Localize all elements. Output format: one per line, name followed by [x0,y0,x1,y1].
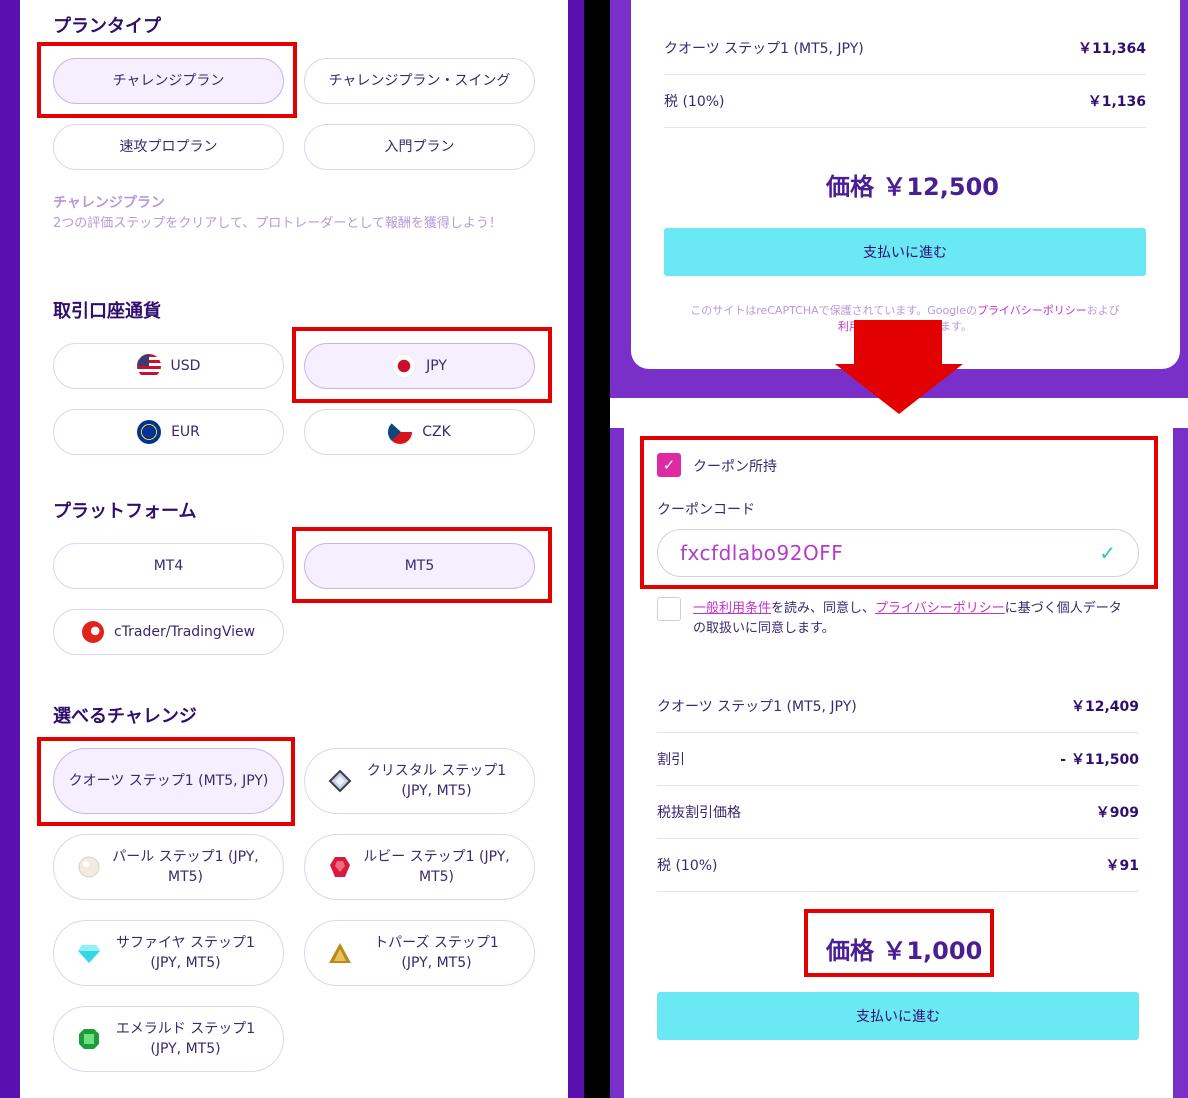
currency-label: EUR [171,424,200,440]
highlight-coupon [640,436,1158,589]
ruby-gem-icon [329,857,350,877]
currency-title: 取引口座通貨 [53,301,161,322]
row-value: ￥909 [1095,805,1139,821]
platform-label: cTrader/TradingView [113,624,256,640]
recaptcha-privacy-link[interactable]: プライバシーポリシー [977,304,1087,317]
down-arrow-shaft [854,320,942,366]
highlight-price [804,909,994,977]
crystal-gem-icon [328,769,351,793]
challenge-label: ルビー ステップ1 (JPY, MT5) [363,849,510,885]
row-separator [657,732,1139,733]
platform-option-mt4[interactable]: MT4 [53,543,284,589]
divider [584,0,610,1098]
emerald-gem-icon [78,1029,99,1049]
total-price-before: 価格 ￥12,500 [826,173,999,201]
terms-checkbox[interactable] [657,597,681,621]
summary-row-discounted-price: 税抜割引価格 ￥909 [657,802,1139,822]
row-separator [657,891,1139,892]
summary-row-tax: 税 (10%) ￥1,136 [664,91,1146,111]
highlight-challenge [37,737,295,826]
challenge-label: エメラルド ステップ1 (JPY, MT5) [115,1021,256,1057]
challenge-title: 選べるチャレンジ [53,706,197,727]
topaz-gem-icon [328,943,351,963]
pay-button-before[interactable]: 支払いに進む [664,228,1146,276]
challenge-option-emerald[interactable]: エメラルド ステップ1 (JPY, MT5) [53,1006,284,1072]
recaptcha-text: ます。 [940,320,972,333]
challenge-label: サファイヤ ステップ1 (JPY, MT5) [116,935,255,971]
platform-title: プラットフォーム [53,501,197,522]
pay-button-after[interactable]: 支払いに進む [657,992,1139,1040]
summary-row-item: クオーツ ステップ1 (MT5, JPY) ￥12,409 [657,696,1139,716]
us-flag-icon [136,354,161,378]
row-label: 税 (10%) [657,858,718,874]
plan-option-challenge-swing[interactable]: チャレンジプラン・スイング [304,58,535,104]
pearl-icon [78,856,99,878]
recaptcha-text: および [1086,304,1120,317]
row-value: ￥12,409 [1070,699,1139,715]
plan-description-text: 2つの評価ステップをクリアして、プロトレーダーとして報酬を獲得しよう！ [53,216,502,231]
row-separator [657,785,1139,786]
privacy-policy-link[interactable]: プライバシーポリシー [875,601,1005,616]
challenge-option-ruby[interactable]: ルビー ステップ1 (JPY, MT5) [304,834,535,900]
plan-option-label: 入門プラン [384,139,455,155]
down-arrow-icon [835,364,963,414]
challenge-option-sapphire[interactable]: サファイヤ ステップ1 (JPY, MT5) [53,920,284,986]
sapphire-gem-icon [77,945,100,963]
highlight-currency [292,327,552,403]
row-value: ￥91 [1105,858,1139,874]
recaptcha-text: このサイトはreCAPTCHAで保護されています。Googleの [690,304,978,317]
ctrader-icon [81,621,104,643]
plan-type-title: プランタイプ [53,16,161,37]
row-separator [664,127,1146,128]
terms-consent-text: 一般利用条件を読み、同意し、プライバシーポリシーに基づく個人データの取扱いに同意… [693,599,1133,639]
row-value: ￥1,136 [1087,94,1146,110]
eu-flag-icon [137,420,162,444]
currency-label: USD [170,358,201,374]
plan-description-title: チャレンジプラン [53,195,165,211]
row-label: クオーツ ステップ1 (MT5, JPY) [657,699,857,715]
plan-option-speed-pro[interactable]: 速攻プロプラン [53,124,284,170]
plan-option-label: 速攻プロプラン [119,139,218,155]
row-value: - ￥11,500 [1060,752,1139,768]
czech-flag-icon [388,420,413,444]
terms-text: を読み、同意し、 [771,601,876,616]
row-label: 割引 [657,752,685,768]
row-label: クオーツ ステップ1 (MT5, JPY) [664,41,864,57]
challenge-option-crystal[interactable]: クリスタル ステップ1 (JPY, MT5) [304,748,535,814]
challenge-option-topaz[interactable]: トパーズ ステップ1 (JPY, MT5) [304,920,535,986]
challenge-label: トパーズ ステップ1 (JPY, MT5) [374,935,499,971]
platform-option-ctrader[interactable]: cTrader/TradingView [53,609,284,655]
challenge-label: パール ステップ1 (JPY, MT5) [112,849,259,885]
currency-option-usd[interactable]: USD [53,343,284,389]
row-value: ￥11,364 [1077,41,1146,57]
row-label: 税抜割引価格 [657,805,741,821]
plan-option-intro[interactable]: 入門プラン [304,124,535,170]
highlight-platform [292,527,552,603]
plan-option-label: チャレンジプラン・スイング [328,73,511,89]
row-separator [657,838,1139,839]
platform-label: MT4 [153,558,184,574]
terms-link[interactable]: 一般利用条件 [693,601,771,616]
currency-option-eur[interactable]: EUR [53,409,284,455]
currency-option-czk[interactable]: CZK [304,409,535,455]
challenge-label: クリスタル ステップ1 (JPY, MT5) [366,763,507,799]
summary-row-discount: 割引 - ￥11,500 [657,749,1139,769]
summary-row-item: クオーツ ステップ1 (MT5, JPY) ￥11,364 [664,38,1146,58]
challenge-option-pearl[interactable]: パール ステップ1 (JPY, MT5) [53,834,284,900]
summary-row-tax: 税 (10%) ￥91 [657,855,1139,875]
currency-label: CZK [422,424,451,440]
row-separator [664,74,1146,75]
row-label: 税 (10%) [664,94,725,110]
highlight-plan [37,42,297,118]
